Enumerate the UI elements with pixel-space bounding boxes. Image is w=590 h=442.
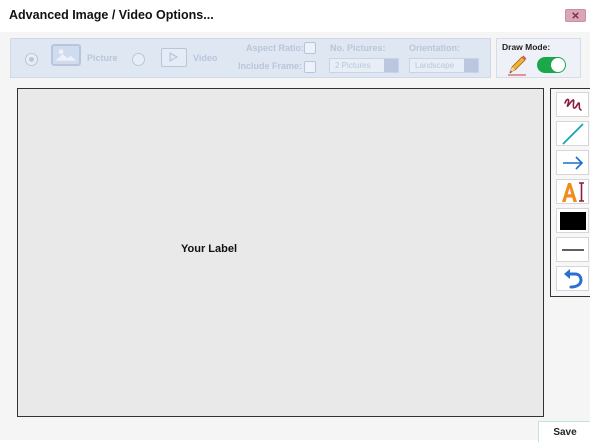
include-frame-checkbox[interactable] [304,61,316,73]
arrow-tool-button[interactable] [556,150,589,175]
title-bar: Advanced Image / Video Options... [0,0,590,32]
picture-icon [51,44,81,66]
no-pictures-select[interactable]: 2 Pictures [329,58,399,73]
pencil-icon [508,55,527,76]
close-x-icon [572,12,579,19]
video-icon [161,48,187,67]
freehand-tool-button[interactable] [556,92,589,117]
picture-radio[interactable] [25,53,38,66]
text-tool-button[interactable] [556,179,589,204]
video-label: Video [193,53,218,63]
dialog-title: Advanced Image / Video Options... [9,8,214,22]
scribble-icon [563,98,582,111]
orientation-value: Landscape [415,61,455,70]
dropdown-arrow-icon [384,59,398,72]
video-radio[interactable] [132,53,145,66]
drawing-canvas[interactable]: Your Label [17,88,544,417]
no-pictures-label: No. Pictures: [330,43,386,53]
drawing-toolbar [550,88,590,297]
stroke-width-icon [561,248,584,251]
aspect-ratio-checkbox[interactable] [304,42,316,54]
arrow-right-icon [562,155,583,170]
text-icon [561,181,584,202]
orientation-select[interactable]: Landscape [409,58,479,73]
canvas-label[interactable]: Your Label [181,243,237,255]
image-video-options-dialog: Advanced Image / Video Options... Pictur… [0,0,590,442]
aspect-ratio-label: Aspect Ratio: [246,43,305,53]
media-options-panel: Picture Video Aspect Ratio: Include Fram… [10,38,491,78]
draw-mode-label: Draw Mode: [502,42,551,52]
color-tool-button[interactable] [556,208,589,233]
no-pictures-value: 2 Pictures [335,61,371,70]
save-button[interactable]: Save [538,421,590,442]
undo-icon [563,268,583,288]
color-swatch-icon [559,211,586,230]
include-frame-label: Include Frame: [238,61,303,71]
line-icon [561,122,584,145]
picture-label: Picture [87,53,118,63]
line-tool-button[interactable] [556,121,589,146]
orientation-label: Orientation: [409,43,460,53]
close-button[interactable] [565,9,586,22]
stroke-width-tool-button[interactable] [556,237,589,262]
undo-tool-button[interactable] [556,266,589,291]
draw-mode-panel: Draw Mode: [496,38,581,78]
dropdown-arrow-icon [464,59,478,72]
draw-mode-toggle[interactable] [537,57,566,73]
